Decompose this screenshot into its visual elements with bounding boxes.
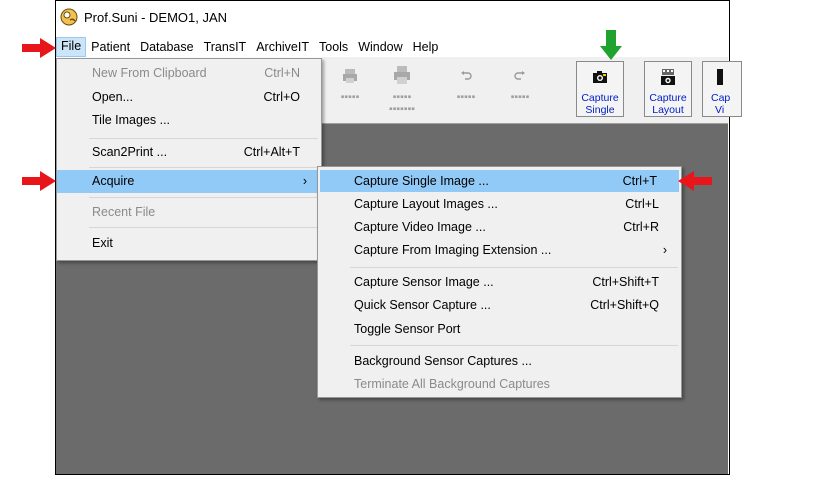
menu-item-label: Capture Sensor Image ... <box>354 275 494 289</box>
menu-separator <box>89 138 318 139</box>
menu-item-label: Capture Layout Images ... <box>354 197 498 211</box>
menu-item-label: Tile Images ... <box>92 113 171 127</box>
menu-item-capture-single-image[interactable]: Capture Single Image ... Ctrl+T <box>320 170 679 192</box>
menu-item-background-sensor-captures[interactable]: Background Sensor Captures ... <box>318 350 681 372</box>
menu-item-acquire[interactable]: Acquire › <box>57 170 321 193</box>
print-button[interactable]: ▪▪▪▪▪ <box>328 61 372 117</box>
menu-item-exit[interactable]: Exit <box>57 232 321 254</box>
menu-database[interactable]: Database <box>135 38 199 56</box>
camera-layout-icon <box>661 69 675 85</box>
menu-item-label: Toggle Sensor Port <box>354 322 461 336</box>
acquire-submenu: Capture Single Image ... Ctrl+T Capture … <box>317 166 682 398</box>
menu-item-shortcut: Ctrl+N <box>264 66 300 80</box>
menu-item-label: Scan2Print ... <box>92 145 168 159</box>
menu-item-recent-file[interactable]: Recent File <box>57 201 321 223</box>
annotation-arrow-down-icon <box>600 30 622 60</box>
redo-icon <box>514 71 525 80</box>
submenu-arrow-icon: › <box>302 174 307 188</box>
menu-item-label: New From Clipboard <box>92 66 207 80</box>
menu-item-toggle-sensor-port[interactable]: Toggle Sensor Port <box>318 318 681 340</box>
app-logo-icon <box>60 8 78 26</box>
menu-window[interactable]: Window <box>353 38 407 56</box>
menu-item-label: Acquire <box>92 174 135 188</box>
menu-item-shortcut: Ctrl+O <box>263 90 300 104</box>
menu-item-shortcut: Ctrl+T <box>622 174 657 188</box>
menu-separator <box>89 167 318 168</box>
menu-item-label: Exit <box>92 236 113 250</box>
menu-file[interactable]: File <box>56 37 87 57</box>
menu-item-terminate-background-captures[interactable]: Terminate All Background Captures <box>318 373 681 395</box>
menu-item-tile-images[interactable]: Tile Images ... <box>57 109 321 131</box>
camera-icon <box>593 71 607 83</box>
menu-item-capture-layout-images[interactable]: Capture Layout Images ... Ctrl+L <box>318 193 681 215</box>
annotation-arrow-right-icon <box>22 171 56 191</box>
menu-item-shortcut: Ctrl+Shift+Q <box>590 298 659 312</box>
menu-separator <box>89 197 318 198</box>
annotation-arrow-right-icon <box>22 38 56 58</box>
capture-layout-label-2: Layout <box>652 104 684 116</box>
menu-separator <box>350 345 678 346</box>
menu-item-capture-video-image[interactable]: Capture Video Image ... Ctrl+R <box>318 216 681 238</box>
file-menu: New From Clipboard Ctrl+N Open... Ctrl+O… <box>56 58 322 261</box>
menu-item-scan2print[interactable]: Scan2Print ... Ctrl+Alt+T <box>57 141 321 163</box>
print-icon <box>343 69 357 83</box>
window-title: Prof.Suni - DEMO1, JAN <box>84 9 228 25</box>
capture-video-button[interactable]: Cap Vi <box>702 61 742 117</box>
capture-single-button[interactable]: Capture Single <box>576 61 624 117</box>
menu-item-label: Capture From Imaging Extension ... <box>354 243 552 257</box>
menu-item-shortcut: Ctrl+L <box>625 197 659 211</box>
capture-single-label-2: Single <box>585 104 615 116</box>
capture-single-label-1: Capture <box>581 92 619 104</box>
menu-item-shortcut: Ctrl+Alt+T <box>243 145 300 159</box>
capture-video-label-2: Vi <box>715 104 725 116</box>
undo-icon <box>461 71 472 80</box>
menu-item-label: Quick Sensor Capture ... <box>354 298 491 312</box>
menu-item-shortcut: Ctrl+Shift+T <box>592 275 659 289</box>
redo-button[interactable]: ▪▪▪▪▪ <box>498 61 542 117</box>
menu-item-capture-from-imaging-extension[interactable]: Capture From Imaging Extension ... › <box>318 239 681 261</box>
menu-patient[interactable]: Patient <box>86 38 135 56</box>
menu-tools[interactable]: Tools <box>314 38 353 56</box>
capture-layout-button[interactable]: Capture Layout <box>644 61 692 117</box>
menu-transit[interactable]: TransIT <box>199 38 252 56</box>
menu-help[interactable]: Help <box>408 38 444 56</box>
menu-item-label: Open... <box>92 90 133 104</box>
menu-item-label: Background Sensor Captures ... <box>354 354 532 368</box>
toolbar: ▪▪▪▪▪ ▪▪▪▪▪ ▪▪▪▪▪▪▪ ▪▪▪▪▪ ▪▪▪▪▪ Capture Si… <box>322 57 742 124</box>
menu-item-capture-sensor-image[interactable]: Capture Sensor Image ... Ctrl+Shift+T <box>318 271 681 293</box>
menu-separator <box>89 227 318 228</box>
capture-video-label-1: Cap <box>711 92 731 104</box>
menu-item-quick-sensor-capture[interactable]: Quick Sensor Capture ... Ctrl+Shift+Q <box>318 294 681 316</box>
camera-video-icon <box>717 69 723 85</box>
menu-bar: File Patient Database TransIT ArchiveIT … <box>56 37 728 57</box>
capture-layout-label-1: Capture <box>649 92 687 104</box>
menu-item-open[interactable]: Open... Ctrl+O <box>57 86 321 108</box>
menu-item-label: Capture Single Image ... <box>354 174 489 188</box>
menu-item-label: Terminate All Background Captures <box>354 377 550 391</box>
submenu-arrow-icon: › <box>662 243 667 257</box>
annotation-arrow-left-icon <box>678 171 712 191</box>
menu-item-label: Recent File <box>92 205 156 219</box>
menu-separator <box>350 267 678 268</box>
menu-item-new-from-clipboard[interactable]: New From Clipboard Ctrl+N <box>57 62 321 84</box>
title-bar: Prof.Suni - DEMO1, JAN <box>56 2 728 32</box>
menu-item-shortcut: Ctrl+R <box>623 220 659 234</box>
undo-button[interactable]: ▪▪▪▪▪ <box>444 61 488 117</box>
print-multiple-icon <box>394 66 410 84</box>
menu-archiveit[interactable]: ArchiveIT <box>251 38 314 56</box>
menu-item-label: Capture Video Image ... <box>354 220 486 234</box>
print-multiple-button[interactable]: ▪▪▪▪▪ ▪▪▪▪▪▪▪ <box>380 61 424 117</box>
